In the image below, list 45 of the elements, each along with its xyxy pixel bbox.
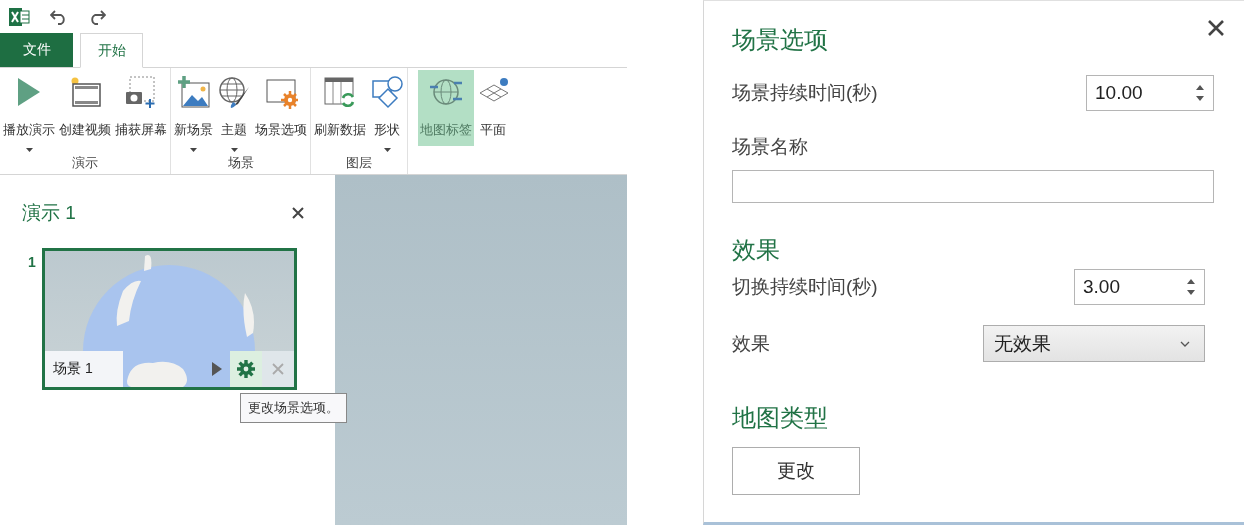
group-label: 演示 bbox=[71, 154, 99, 172]
ribbon-button[interactable]: 地图标签 bbox=[418, 70, 474, 146]
picture-plus-icon bbox=[176, 75, 211, 109]
ribbon-button[interactable]: 平面 bbox=[474, 70, 512, 152]
field-label: 切换持续时间(秒) bbox=[732, 275, 878, 299]
field-label: 场景持续时间(秒) bbox=[732, 81, 878, 105]
ribbon-button[interactable]: 创建视频 bbox=[57, 70, 113, 152]
group-label: 场景 bbox=[226, 154, 255, 172]
undo-icon[interactable] bbox=[50, 8, 68, 25]
panel-heading: 场景选项 bbox=[732, 25, 828, 55]
ribbon-button[interactable]: 捕获屏幕 bbox=[113, 70, 169, 152]
chevron-down-icon bbox=[1180, 340, 1190, 347]
panel-heading: 地图类型 bbox=[732, 403, 828, 433]
change-button[interactable]: 更改 bbox=[732, 447, 860, 495]
shapes-icon bbox=[370, 75, 404, 109]
panel-heading: 效果 bbox=[732, 235, 780, 265]
scene-number: 1 bbox=[28, 254, 37, 270]
scene-name: 场景 1 bbox=[45, 351, 123, 387]
ribbon-button[interactable]: 主题 bbox=[215, 70, 253, 152]
ribbon-button[interactable]: 播放演示 bbox=[1, 70, 57, 152]
duration-field[interactable]: 10.00 bbox=[1086, 75, 1214, 111]
tour-title: 演示 1 bbox=[22, 201, 76, 225]
scene-thumbnail[interactable]: 场景 1 bbox=[42, 248, 297, 390]
ribbon-button[interactable]: 场景选项 bbox=[253, 70, 309, 152]
close-icon[interactable] bbox=[1207, 19, 1225, 37]
ribbon-button[interactable]: 刷新数据 bbox=[312, 70, 368, 152]
scene-options-button[interactable] bbox=[230, 351, 262, 387]
play-icon[interactable] bbox=[212, 362, 222, 376]
tooltip: 更改场景选项。 bbox=[240, 393, 347, 423]
ribbon-button[interactable]: 形状 bbox=[368, 70, 406, 152]
scene-name-field[interactable] bbox=[732, 170, 1214, 203]
spreadsheet-app-icon[interactable] bbox=[8, 5, 30, 28]
effect-dropdown[interactable]: 无效果 bbox=[983, 325, 1205, 362]
ribbon-tab[interactable]: 文件 bbox=[0, 33, 73, 67]
ribbon-button[interactable]: 新场景 bbox=[172, 70, 215, 152]
close-icon[interactable] bbox=[292, 207, 304, 219]
ribbon-tab[interactable]: 开始 bbox=[80, 33, 143, 68]
field-label: 场景名称 bbox=[732, 135, 808, 159]
camera-icon bbox=[124, 75, 158, 109]
redo-icon[interactable] bbox=[88, 8, 106, 25]
table-refresh-icon bbox=[323, 75, 357, 109]
transition-field[interactable]: 3.00 bbox=[1074, 269, 1205, 305]
settings-icon bbox=[236, 359, 256, 379]
group-label: 图层 bbox=[345, 154, 373, 172]
field-label: 效果 bbox=[732, 331, 770, 356]
